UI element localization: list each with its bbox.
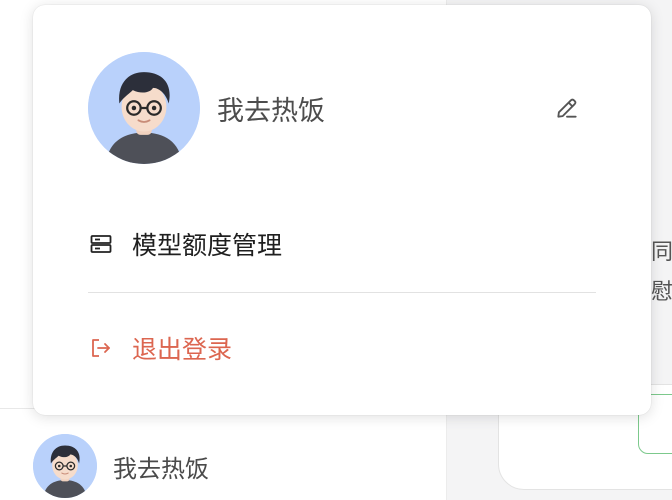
chat-text-fragment: 同: [651, 240, 672, 265]
server-icon: [88, 231, 114, 257]
edit-profile-button[interactable]: [550, 91, 584, 125]
footer-username: 我去热饭: [113, 454, 209, 483]
profile-row: 我去热饭: [88, 52, 584, 164]
logout-icon: [88, 335, 114, 361]
username: 我去热饭: [217, 95, 325, 127]
user-menu-popover: 我去热饭 模型额度管理 退出登录: [33, 5, 651, 415]
footer-user-button[interactable]: 我去热饭: [33, 434, 209, 498]
chat-text-fragment: 慰: [651, 280, 672, 305]
avatar-illustration: [33, 434, 97, 498]
avatar-illustration: [88, 52, 200, 164]
pencil-icon: [557, 98, 577, 118]
menu-item-logout[interactable]: 退出登录: [88, 326, 596, 370]
menu-item-model-quota[interactable]: 模型额度管理: [88, 222, 596, 266]
menu-divider: [88, 292, 596, 293]
menu-item-label: 模型额度管理: [132, 231, 283, 260]
footer-avatar: [33, 434, 97, 498]
menu-item-label: 退出登录: [132, 335, 233, 364]
user-avatar: [88, 52, 200, 164]
